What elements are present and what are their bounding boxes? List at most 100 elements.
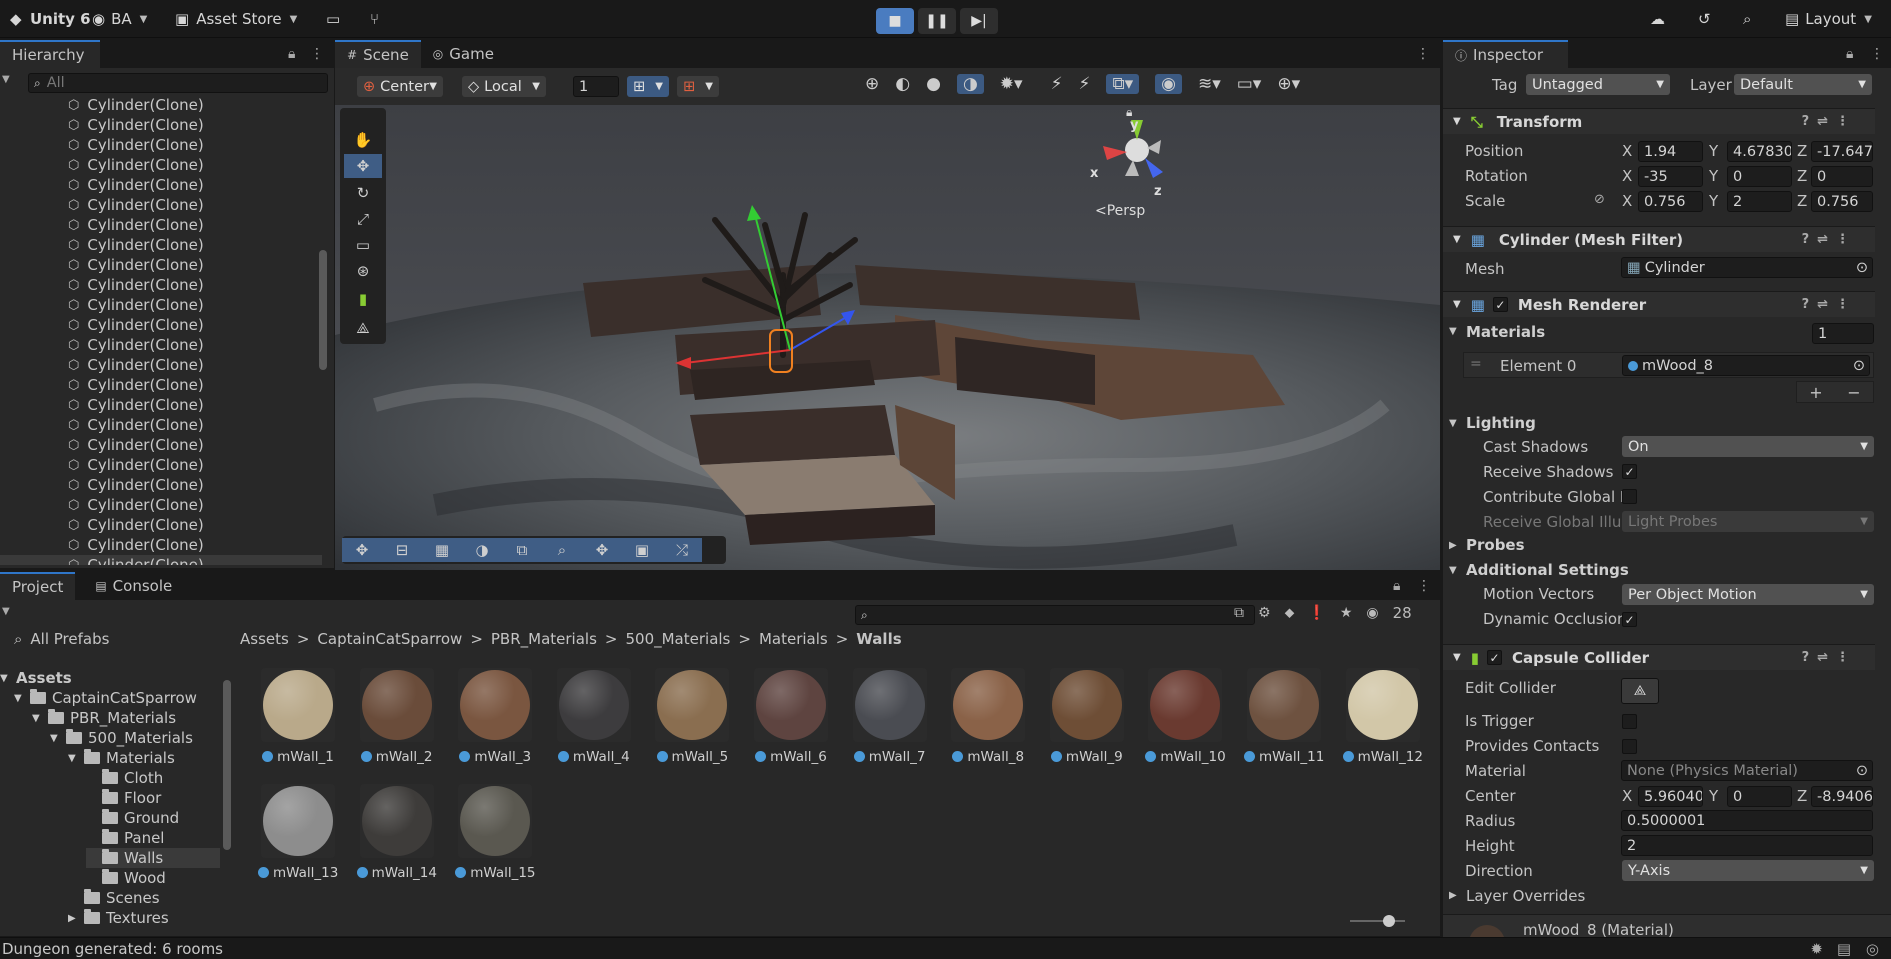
project-tree-item[interactable]: Panel: [86, 828, 164, 848]
filter-icon[interactable]: ⧉: [1234, 605, 1244, 621]
height-field[interactable]: 2: [1621, 835, 1873, 856]
zoom-slider[interactable]: [1350, 920, 1405, 922]
material-asset[interactable]: mWall_15: [455, 784, 536, 881]
hierarchy-item[interactable]: ⬡ Cylinder(Clone): [0, 235, 322, 255]
grid-snap-input[interactable]: 1: [573, 76, 619, 97]
tab-console[interactable]: ▤ Console: [83, 572, 184, 600]
scale-x-field[interactable]: 0.756: [1638, 191, 1703, 212]
custom-tool-icon[interactable]: ⟁: [344, 316, 382, 340]
step-button[interactable]: ▶|: [960, 8, 998, 34]
receive-shadows-checkbox[interactable]: ✓: [1622, 464, 1637, 479]
hierarchy-item[interactable]: ⬡ Cylinder(Clone): [0, 255, 322, 275]
more-icon[interactable]: ⋮: [310, 46, 324, 62]
edit-collider-button[interactable]: ⟁: [1621, 678, 1659, 704]
camera-icon[interactable]: ▭▾: [1237, 74, 1262, 94]
project-tree-item[interactable]: Cloth: [86, 768, 163, 788]
center-y-field[interactable]: 0: [1727, 786, 1792, 807]
pause-button[interactable]: ❚❚: [918, 8, 956, 34]
cloud-icon[interactable]: ☁: [1650, 0, 1665, 38]
material-asset[interactable]: mWall_10: [1145, 668, 1226, 765]
mesh-renderer-header[interactable]: ▼ ▦ ✓ Mesh Renderer ?⇌⋮: [1443, 291, 1875, 317]
more-icon[interactable]: ⋮: [1417, 578, 1431, 594]
grid-toggle[interactable]: ⊞ ▼: [677, 76, 719, 97]
shaded-wire-icon[interactable]: ◐: [895, 74, 910, 94]
foldout-down-icon[interactable]: ▼: [14, 693, 30, 704]
material-asset[interactable]: mWall_5: [652, 668, 732, 765]
layers-icon[interactable]: ⧉▾: [1106, 74, 1140, 94]
hierarchy-item[interactable]: ⬡ Cylinder(Clone): [0, 535, 322, 555]
material-asset[interactable]: mWall_1: [258, 668, 338, 765]
material-asset[interactable]: mWall_2: [357, 668, 437, 765]
radius-field[interactable]: 0.5000001: [1621, 810, 1873, 831]
more-icon[interactable]: ⋮: [1416, 46, 1430, 62]
tab-scene[interactable]: # Scene: [335, 40, 421, 68]
lock-icon[interactable]: 🔒︎: [288, 46, 295, 62]
hierarchy-item[interactable]: ⬡ Cylinder(Clone): [0, 175, 322, 195]
hierarchy-item[interactable]: ⬡ Cylinder(Clone): [0, 435, 322, 455]
mesh-field[interactable]: ▦ Cylinder ⊙: [1621, 257, 1873, 278]
remove-icon[interactable]: −: [1847, 383, 1860, 402]
add-icon[interactable]: +: [1809, 383, 1822, 402]
hierarchy-item[interactable]: ⬡ Cylinder(Clone): [0, 135, 322, 155]
breadcrumb-item[interactable]: Assets: [240, 630, 289, 648]
project-tree-item[interactable]: ▼ Assets: [0, 668, 72, 688]
star-icon[interactable]: ★: [1340, 605, 1353, 621]
rotation-y-field[interactable]: 0: [1727, 166, 1792, 187]
hierarchy-item[interactable]: ⬡ Cylinder(Clone): [0, 555, 322, 565]
foldout-down-icon[interactable]: ▼: [0, 673, 16, 684]
project-tree-item[interactable]: ▶ Textures: [68, 908, 169, 928]
is-trigger-checkbox[interactable]: [1622, 714, 1637, 729]
foldout-right-icon[interactable]: ▶: [68, 913, 84, 924]
asset-store-button[interactable]: ▣ Asset Store ▼: [175, 0, 297, 38]
project-tree-item[interactable]: Scenes: [68, 888, 160, 908]
play-button[interactable]: ■: [876, 8, 914, 34]
shading-icon[interactable]: ◑: [462, 538, 502, 562]
all-prefabs-item[interactable]: ⌕ All Prefabs: [14, 630, 109, 648]
mesh-filter-header[interactable]: ▼ ▦ Cylinder (Mesh Filter) ?⇌⋮: [1443, 226, 1875, 252]
gizmos-icon[interactable]: ⊕▾: [1277, 74, 1300, 94]
lighting-off-icon[interactable]: ⚡: [1051, 74, 1063, 94]
project-tree-item[interactable]: ▼ Materials: [68, 748, 175, 768]
tag-dropdown[interactable]: Untagged ▼: [1526, 74, 1670, 95]
history-icon[interactable]: ↺: [1698, 0, 1711, 38]
object-picker-icon[interactable]: ⊙: [1856, 763, 1868, 779]
center-x-field[interactable]: 5.96040: [1638, 786, 1703, 807]
material-asset[interactable]: mWall_8: [948, 668, 1028, 765]
lit-icon[interactable]: ◑: [956, 74, 984, 94]
hierarchy-item[interactable]: ⬡ Cylinder(Clone): [0, 355, 322, 375]
scale-z-field[interactable]: 0.756: [1811, 191, 1873, 212]
foldout-right-icon[interactable]: ▶: [1449, 540, 1457, 551]
hierarchy-item[interactable]: ⬡ Cylinder(Clone): [0, 315, 322, 335]
visibility-icon[interactable]: ◉: [1155, 74, 1182, 94]
component-actions[interactable]: ?⇌⋮: [1802, 650, 1857, 665]
create-dropdown-icon[interactable]: ▼: [2, 74, 12, 85]
debug-icon[interactable]: ✹: [1810, 940, 1823, 958]
package-icon[interactable]: ▭: [326, 0, 340, 38]
breadcrumb-item[interactable]: CaptainCatSparrow: [317, 630, 462, 648]
hierarchy-search-input[interactable]: ⌕ All: [28, 73, 328, 93]
scale-tool-icon[interactable]: ⤢: [344, 207, 382, 231]
material-asset[interactable]: mWall_9: [1047, 668, 1127, 765]
material-asset[interactable]: mWall_4: [554, 668, 634, 765]
hierarchy-item[interactable]: ⬡ Cylinder(Clone): [0, 455, 322, 475]
transform-tool-icon[interactable]: ⊛: [344, 259, 382, 283]
direction-dropdown[interactable]: Y-Axis ▼: [1622, 860, 1874, 881]
stack-icon[interactable]: ≋▾: [1198, 74, 1221, 94]
move-icon[interactable]: ✥: [342, 538, 382, 562]
foldout-down-icon[interactable]: ▼: [68, 753, 84, 764]
create-dropdown-icon[interactable]: ▼: [2, 606, 10, 617]
tab-project[interactable]: Project: [0, 572, 76, 600]
position-z-field[interactable]: -17.647: [1811, 141, 1873, 162]
version-control-icon[interactable]: ⑂: [370, 0, 379, 38]
position-x-field[interactable]: 1.94: [1638, 141, 1703, 162]
rotation-z-field[interactable]: 0: [1811, 166, 1873, 187]
rect-tool-icon[interactable]: ▭: [344, 233, 382, 257]
align-icon[interactable]: ⊟: [382, 538, 422, 562]
scale-y-field[interactable]: 2: [1727, 191, 1792, 212]
project-search-input[interactable]: ⌕: [855, 605, 1255, 625]
snap-toggle[interactable]: ⊞ ▼: [627, 76, 669, 97]
mesh-renderer-enabled-checkbox[interactable]: ✓: [1492, 297, 1508, 312]
hierarchy-item[interactable]: ⬡ Cylinder(Clone): [0, 155, 322, 175]
hierarchy-item[interactable]: ⬡ Cylinder(Clone): [0, 415, 322, 435]
center-z-field[interactable]: -8.9406: [1811, 786, 1873, 807]
